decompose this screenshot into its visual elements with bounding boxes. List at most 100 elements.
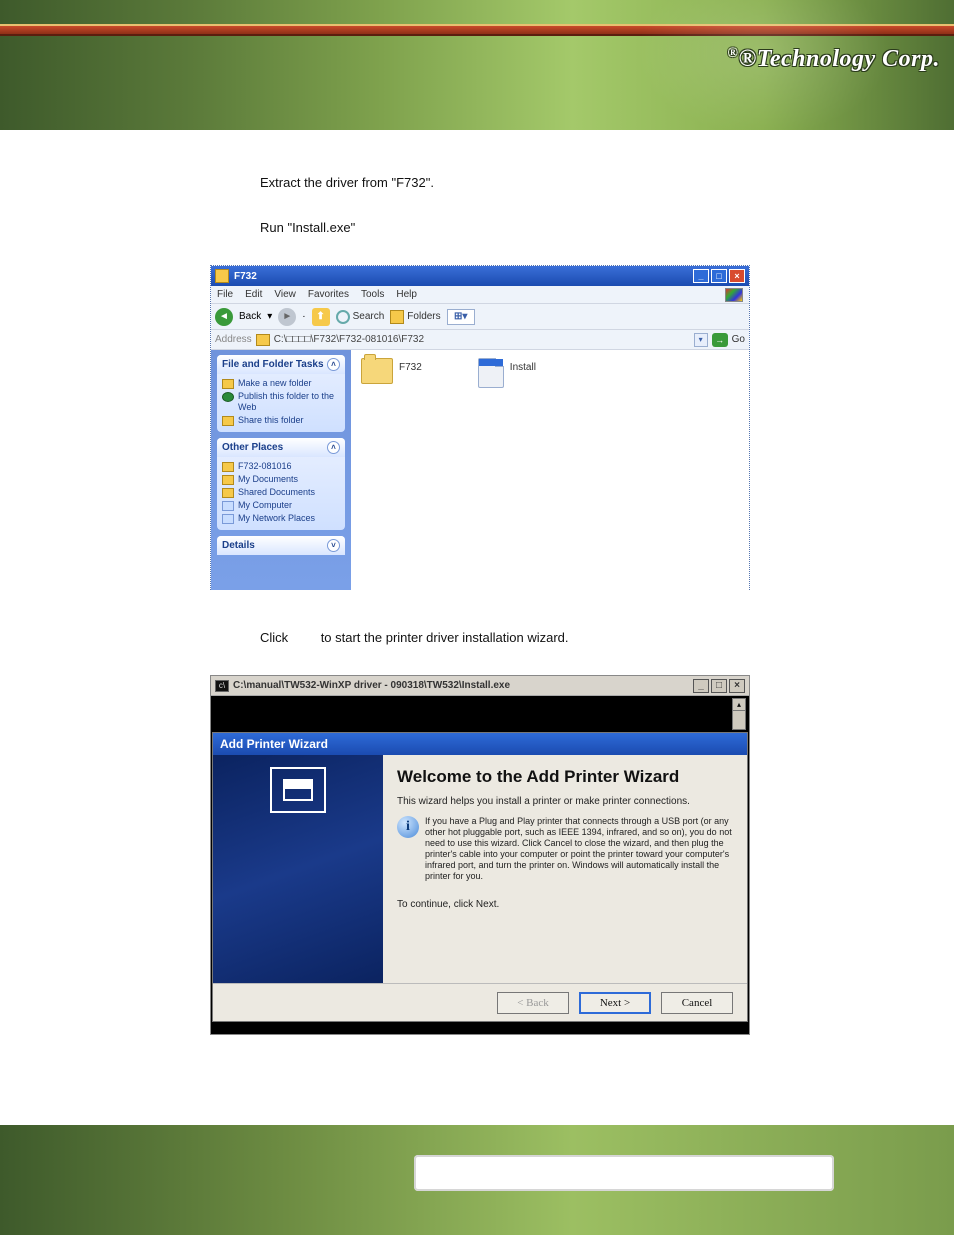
address-dropdown[interactable]: ▾ (694, 333, 708, 347)
menu-view[interactable]: View (274, 289, 296, 300)
place-shared-documents[interactable]: Shared Documents (222, 486, 340, 499)
places-panel-header[interactable]: Other Places ˄ (217, 438, 345, 457)
back-button[interactable]: ◄ (215, 308, 233, 326)
click-before: Click (260, 630, 288, 645)
wizard-continue: To continue, click Next. (397, 898, 733, 911)
search-tool[interactable]: Search (336, 310, 385, 324)
menu-help[interactable]: Help (396, 289, 417, 300)
views-button[interactable]: ⊞▾ (447, 309, 475, 325)
wizard-screenshot: c\ C:\manual\TW532-WinXP driver - 090318… (210, 675, 750, 1035)
maximize-button[interactable]: □ (711, 269, 727, 283)
menu-tools[interactable]: Tools (361, 289, 384, 300)
step-run: Run "Install.exe" (260, 220, 894, 235)
folders-tool[interactable]: Folders (390, 310, 440, 324)
place-my-computer[interactable]: My Computer (222, 499, 340, 512)
wizard-welcome-title: Welcome to the Add Printer Wizard (397, 767, 733, 787)
wizard-text-pane: Welcome to the Add Printer Wizard This w… (383, 755, 747, 983)
back-dropdown[interactable]: ▾ (267, 311, 272, 322)
wizard-intro: This wizard helps you install a printer … (397, 795, 733, 808)
folder-label: F732 (399, 358, 422, 373)
page-footer-graphic (0, 1125, 954, 1235)
exe-icon (478, 358, 504, 388)
go-button[interactable]: → (712, 333, 728, 347)
address-bar: Address C:\□□□□\F732\F732-081016\F732 ▾ … (211, 330, 749, 350)
network-icon (222, 514, 234, 524)
wizard-button-bar: < Back Next > Cancel (213, 983, 747, 1021)
collapse-icon[interactable]: ˄ (327, 358, 340, 371)
explorer-file-pane[interactable]: F732 Install (351, 350, 749, 590)
address-path[interactable]: C:\□□□□\F732\F732-081016\F732 (274, 334, 690, 345)
click-after: to start the printer driver installation… (321, 630, 569, 645)
cmd-scrollbar[interactable]: ▴ (732, 698, 746, 730)
footer-slot (414, 1155, 834, 1191)
wizard-sidebar-image (213, 755, 383, 983)
explorer-screenshot: F732 _ □ × File Edit View Favorites Tool… (210, 265, 750, 590)
places-title: Other Places (222, 442, 283, 453)
wizard-titlebar: Add Printer Wizard (213, 733, 747, 755)
folder-icon (222, 416, 234, 426)
place-parent-folder[interactable]: F732-081016 (222, 460, 340, 473)
folders-label: Folders (407, 311, 440, 322)
other-places-panel: Other Places ˄ F732-081016 My Documents S… (217, 438, 345, 530)
brand-label: ®Technology Corp. (738, 46, 940, 72)
info-icon: i (397, 816, 419, 838)
up-button[interactable]: ⬆ (312, 308, 330, 326)
folder-icon (361, 358, 393, 384)
search-icon (336, 310, 350, 324)
forward-button[interactable]: ► (278, 308, 296, 326)
close-button[interactable]: × (729, 269, 745, 283)
task-make-folder[interactable]: Make a new folder (222, 377, 340, 390)
menu-favorites[interactable]: Favorites (308, 289, 349, 300)
back-button: < Back (497, 992, 569, 1014)
details-panel-header[interactable]: Details ˅ (217, 536, 345, 555)
brand-text: ®®Technology Corp. (727, 46, 940, 73)
wizard-info-box: i If you have a Plug and Play printer th… (397, 816, 733, 890)
details-title: Details (222, 540, 255, 551)
folder-icon (222, 475, 234, 485)
add-printer-wizard-window: Add Printer Wizard Welcome to the Add Pr… (212, 732, 748, 1022)
cmd-body: ▴ (211, 696, 749, 732)
printer-icon (270, 767, 326, 813)
folder-icon (222, 379, 234, 389)
windows-flag-icon (725, 288, 743, 302)
task-share-folder[interactable]: Share this folder (222, 414, 340, 427)
step-click: Click to start the printer driver instal… (260, 630, 894, 645)
menu-edit[interactable]: Edit (245, 289, 262, 300)
menu-file[interactable]: File (217, 289, 233, 300)
folder-icon (222, 462, 234, 472)
file-folder-tasks-panel: File and Folder Tasks˄ Make a new folder… (217, 355, 345, 432)
cancel-button[interactable]: Cancel (661, 992, 733, 1014)
globe-icon (222, 392, 234, 402)
place-my-documents[interactable]: My Documents (222, 473, 340, 486)
address-label: Address (215, 334, 252, 345)
wizard-info-text: If you have a Plug and Play printer that… (425, 816, 733, 882)
explorer-menubar: File Edit View Favorites Tools Help (211, 286, 749, 304)
cmd-title: C:\manual\TW532-WinXP driver - 090318\TW… (233, 680, 691, 691)
file-label: Install (510, 358, 536, 373)
cmd-minimize[interactable]: _ (693, 679, 709, 693)
tasks-title: File and Folder Tasks (222, 359, 324, 370)
cmd-close[interactable]: × (729, 679, 745, 693)
step-extract: Extract the driver from "F732". (260, 175, 894, 190)
address-folder-icon (256, 334, 270, 346)
expand-icon[interactable]: ˅ (327, 539, 340, 552)
folder-item-f732[interactable]: F732 (361, 358, 422, 384)
go-label[interactable]: Go (732, 334, 745, 345)
document-content: Extract the driver from "F732". Run "Ins… (210, 175, 894, 1095)
file-item-install[interactable]: Install (478, 358, 536, 388)
folder-window-icon (215, 269, 229, 283)
scroll-up-icon[interactable]: ▴ (733, 699, 745, 711)
next-button[interactable]: Next > (579, 992, 651, 1014)
tasks-panel-header[interactable]: File and Folder Tasks˄ (217, 355, 345, 374)
back-label[interactable]: Back (239, 311, 261, 322)
page-header-graphic: ®®Technology Corp. (0, 0, 954, 130)
minimize-button[interactable]: _ (693, 269, 709, 283)
explorer-titlebar: F732 _ □ × (211, 266, 749, 286)
collapse-icon[interactable]: ˄ (327, 441, 340, 454)
place-network-places[interactable]: My Network Places (222, 512, 340, 525)
cmd-titlebar: c\ C:\manual\TW532-WinXP driver - 090318… (211, 676, 749, 696)
search-label: Search (353, 311, 385, 322)
explorer-sidebar: File and Folder Tasks˄ Make a new folder… (211, 350, 351, 590)
cmd-maximize[interactable]: □ (711, 679, 727, 693)
task-publish-web[interactable]: Publish this folder to the Web (222, 390, 340, 414)
